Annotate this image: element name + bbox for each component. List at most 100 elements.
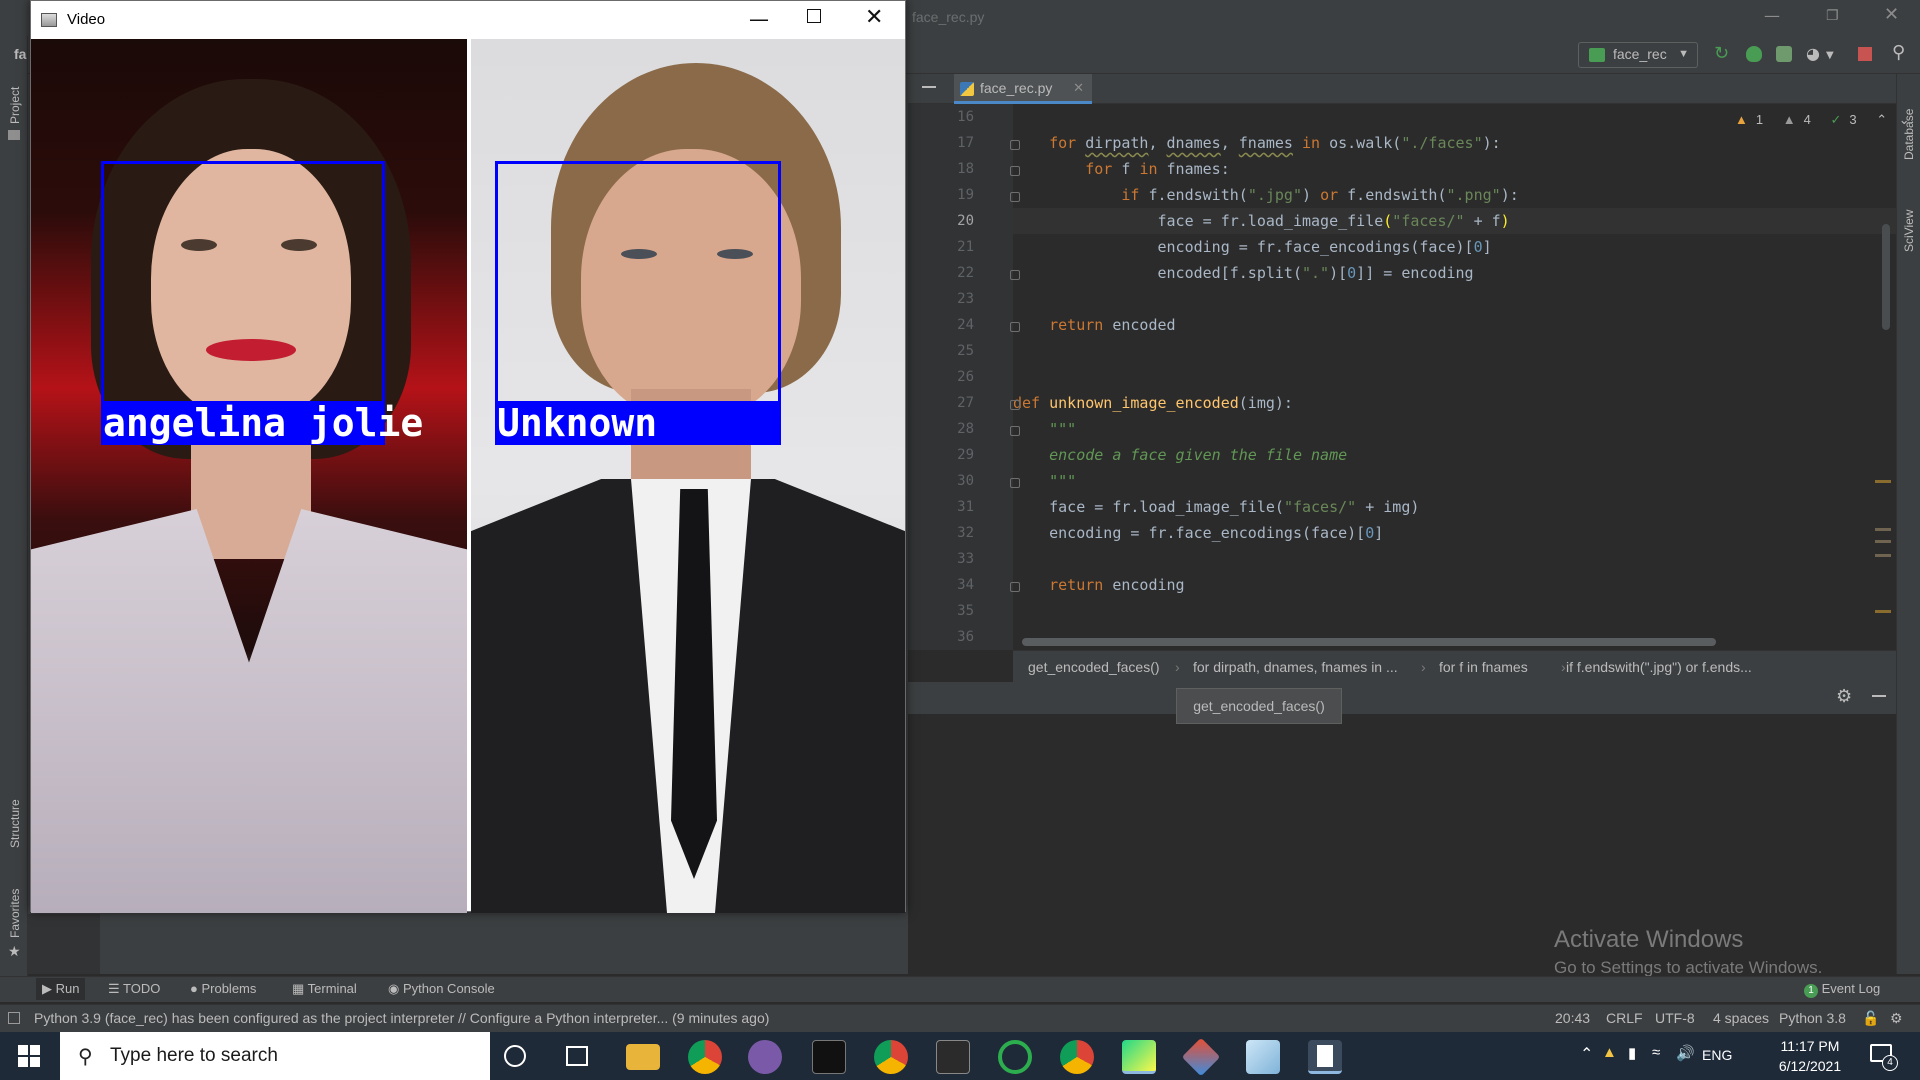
error-stripe-mark[interactable] — [1875, 480, 1891, 483]
terminal-window-icon[interactable] — [936, 1040, 970, 1074]
video-window[interactable]: Video — ✕ angelina jolie Unknown — [30, 0, 906, 913]
line-number: 34 — [957, 577, 974, 593]
face-detection-box — [101, 161, 385, 405]
minimize-panel-icon[interactable] — [1872, 695, 1886, 697]
taskbar-clock[interactable]: 11:17 PM 6/12/2021 — [1770, 1036, 1850, 1076]
chevron-up-icon[interactable]: ⌃ — [1580, 1044, 1593, 1064]
structure-tool-tab[interactable]: Structure — [8, 799, 22, 848]
pycharm-icon[interactable] — [1122, 1040, 1156, 1074]
info-icon: ● — [190, 981, 202, 996]
volume-icon[interactable]: 🔊 — [1676, 1044, 1695, 1062]
video-titlebar[interactable] — [31, 1, 905, 39]
run-configuration-label: face_rec — [1613, 46, 1667, 62]
chrome-profile-icon[interactable] — [874, 1040, 908, 1074]
more-run-options-icon[interactable]: ▼ — [1826, 50, 1844, 68]
debug-icon[interactable] — [1746, 46, 1762, 62]
close-icon[interactable]: ✕ — [1073, 80, 1084, 96]
python-console-icon: ◉ — [388, 981, 403, 996]
breadcrumb-item[interactable]: for f in fnames — [1439, 659, 1528, 675]
ide-restore-button[interactable]: ❐ — [1826, 8, 1839, 24]
fold-marker-icon[interactable] — [1010, 478, 1020, 488]
fold-marker-icon[interactable] — [1010, 166, 1020, 176]
battery-icon[interactable]: ▮ — [1628, 1044, 1636, 1062]
fold-marker-icon[interactable] — [1010, 322, 1020, 332]
fold-marker-icon[interactable] — [1010, 140, 1020, 150]
tab-todo[interactable]: ☰ TODO — [108, 981, 160, 997]
tab-python-console[interactable]: ◉ Python Console — [388, 981, 495, 997]
chrome-second-profile-icon[interactable] — [1060, 1040, 1094, 1074]
terminal-app-icon[interactable] — [812, 1040, 846, 1074]
horizontal-scrollbar[interactable] — [1022, 638, 1716, 646]
interpreter-setting[interactable]: Python 3.8 — [1779, 1010, 1846, 1026]
windows-start-button[interactable] — [18, 1045, 40, 1067]
refresh-app-icon[interactable] — [998, 1040, 1032, 1074]
search-everywhere-icon[interactable]: ⚲ — [1892, 42, 1910, 63]
fold-marker-icon[interactable] — [1010, 582, 1020, 592]
code-line: """ — [1049, 420, 1077, 438]
ide-close-button[interactable]: ✕ — [1884, 4, 1899, 25]
chrome-icon[interactable] — [688, 1040, 722, 1074]
breadcrumb-item[interactable]: if f.endswith(".jpg") or f.ends... — [1566, 659, 1752, 675]
coverage-icon[interactable] — [1776, 46, 1792, 62]
breadcrumb-item[interactable]: get_encoded_faces() — [1028, 659, 1160, 675]
run-configuration-select[interactable]: face_rec ▼ — [1578, 42, 1698, 68]
indent-setting[interactable]: 4 spaces — [1713, 1010, 1769, 1026]
close-button[interactable]: ✕ — [865, 5, 883, 30]
tab-problems[interactable]: ● Problems — [190, 981, 256, 996]
file-encoding[interactable]: UTF-8 — [1655, 1010, 1695, 1026]
file-explorer-icon[interactable] — [626, 1044, 660, 1070]
line-number: 18 — [957, 161, 974, 177]
paint-icon[interactable] — [748, 1040, 782, 1074]
status-message[interactable]: Python 3.9 (face_rec) has been configure… — [34, 1010, 769, 1026]
gear-icon[interactable]: ⚙ — [1890, 1010, 1903, 1027]
vertical-scrollbar[interactable] — [1882, 224, 1890, 330]
language-indicator[interactable]: ENG — [1702, 1047, 1732, 1063]
notification-count-badge: 4 — [1882, 1055, 1898, 1071]
breadcrumb-item[interactable]: for dirpath, dnames, fnames in ... — [1193, 659, 1398, 675]
notepad-icon[interactable] — [1308, 1040, 1342, 1074]
event-log-badge: 1 — [1804, 984, 1818, 998]
maximize-button[interactable] — [807, 9, 821, 23]
code-editor[interactable]: for dirpath, dnames, fnames in os.walk("… — [1013, 104, 1896, 650]
rerun-icon[interactable]: ↻ — [1714, 43, 1732, 64]
system-tray: ⌃ ▲ ▮ ≈ 🔊 ENG — [1580, 1032, 1920, 1080]
caret-position[interactable]: 20:43 — [1555, 1010, 1590, 1026]
cortana-icon[interactable] — [504, 1045, 526, 1067]
stop-icon[interactable] — [1858, 47, 1872, 61]
code-line: face = fr.load_image_file("faces/" + img… — [1013, 498, 1420, 516]
task-view-icon[interactable] — [566, 1046, 588, 1066]
chevron-down-icon[interactable]: ⌄ — [1899, 112, 1910, 127]
wifi-icon[interactable]: ≈ — [1652, 1044, 1660, 1061]
fold-marker-icon[interactable] — [1010, 192, 1020, 202]
error-stripe-mark[interactable] — [1875, 540, 1891, 543]
favorites-tool-tab[interactable]: Favorites — [8, 889, 22, 938]
minimize-button[interactable]: — — [749, 7, 769, 31]
error-stripe-mark[interactable] — [1875, 610, 1891, 613]
lock-icon[interactable]: 🔓 — [1862, 1010, 1879, 1027]
tab-face-rec-py[interactable]: face_rec.py ✕ — [954, 74, 1092, 104]
onedrive-warning-icon[interactable]: ▲ — [1602, 1044, 1617, 1061]
chevron-up-icon[interactable]: ⌃ — [1876, 112, 1887, 127]
profile-icon[interactable]: ◕ — [1806, 44, 1824, 63]
tool-app-icon[interactable] — [1246, 1040, 1280, 1074]
status-panel-toggle-icon[interactable] — [8, 1012, 20, 1024]
taskbar-search-input[interactable]: ⚲ Type here to search — [60, 1032, 490, 1080]
gear-icon[interactable]: ⚙ — [1836, 686, 1852, 707]
fold-marker-icon[interactable] — [1010, 426, 1020, 436]
project-tool-tab[interactable]: Project — [8, 87, 22, 124]
hide-pane-icon[interactable] — [922, 86, 936, 88]
fold-marker-icon[interactable] — [1010, 400, 1020, 410]
event-log-button[interactable]: 1 Event Log — [1804, 981, 1880, 998]
tab-run[interactable]: ▶ Run — [36, 978, 86, 1000]
line-separator[interactable]: CRLF — [1606, 1010, 1643, 1026]
sciview-tool-tab[interactable]: SciView — [1902, 210, 1916, 252]
inspection-widget[interactable]: ▲ 1 ▲ 4 ✓ 3 ⌃ ⌄ — [1735, 112, 1918, 128]
error-stripe-mark[interactable] — [1875, 554, 1891, 557]
face-detection-label: Unknown — [495, 401, 781, 445]
error-stripe-mark[interactable] — [1875, 528, 1891, 531]
fold-marker-icon[interactable] — [1010, 270, 1020, 280]
line-number: 29 — [957, 447, 974, 463]
ide-minimize-button[interactable]: — — [1764, 6, 1780, 25]
tab-terminal[interactable]: ▦ Terminal — [292, 981, 357, 997]
